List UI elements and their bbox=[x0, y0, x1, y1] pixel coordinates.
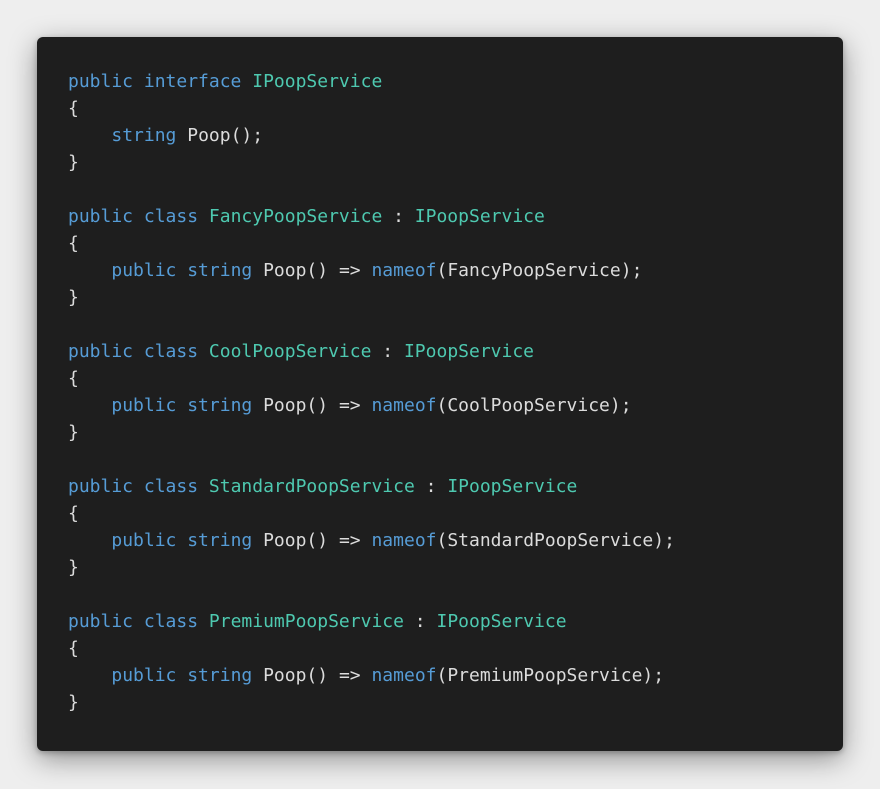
code-token-keyword: public string bbox=[111, 665, 253, 686]
code-token-plain: { bbox=[68, 638, 79, 659]
code-line: public string Poop() => nameof(CoolPoopS… bbox=[68, 392, 843, 419]
code-token-plain: (PremiumPoopService); bbox=[436, 665, 665, 686]
code-line: public string Poop() => nameof(FancyPoop… bbox=[68, 257, 843, 284]
code-token-keyword: nameof bbox=[371, 395, 437, 416]
code-token-plain: (StandardPoopService); bbox=[436, 530, 675, 551]
code-token-keyword: public string bbox=[111, 260, 253, 281]
code-token-keyword: public class bbox=[68, 206, 209, 227]
code-line: public string Poop() => nameof(StandardP… bbox=[68, 527, 843, 554]
code-token-plain: Poop(); bbox=[176, 125, 264, 146]
code-token-keyword: nameof bbox=[371, 530, 437, 551]
code-token-type: FancyPoopService bbox=[208, 206, 383, 227]
code-token-keyword: public string bbox=[111, 530, 253, 551]
code-token-type: IPoopService bbox=[252, 71, 383, 92]
code-content: public interface IPoopService { string Po… bbox=[68, 68, 843, 716]
code-token-plain: { bbox=[68, 233, 79, 254]
code-token-plain: Poop() => bbox=[252, 530, 372, 551]
code-line: public string Poop() => nameof(PremiumPo… bbox=[68, 662, 843, 689]
code-block: public interface IPoopService { string Po… bbox=[37, 37, 843, 751]
code-token-type: IPoopService bbox=[414, 206, 545, 227]
code-token-plain: } bbox=[68, 422, 79, 443]
code-line: } bbox=[68, 284, 843, 311]
code-token-type: StandardPoopService bbox=[208, 476, 415, 497]
code-line: } bbox=[68, 554, 843, 581]
code-token-plain: : bbox=[414, 476, 448, 497]
code-token-keyword: public interface bbox=[68, 71, 253, 92]
code-token-type: IPoopService bbox=[447, 476, 578, 497]
code-token-plain: } bbox=[68, 692, 79, 713]
code-token-plain: } bbox=[68, 152, 79, 173]
code-token-plain: { bbox=[68, 98, 79, 119]
code-token-plain: { bbox=[68, 368, 79, 389]
code-line: { bbox=[68, 365, 843, 392]
code-line: } bbox=[68, 419, 843, 446]
code-line: public class FancyPoopService : IPoopSer… bbox=[68, 203, 843, 230]
code-token-plain: { bbox=[68, 503, 79, 524]
code-line: public interface IPoopService bbox=[68, 68, 843, 95]
code-token-plain: Poop() => bbox=[252, 665, 372, 686]
code-token-plain: : bbox=[382, 206, 415, 227]
code-line: } bbox=[68, 689, 843, 716]
code-token-keyword: nameof bbox=[371, 260, 437, 281]
code-token-keyword: public class bbox=[68, 611, 209, 632]
code-line: { bbox=[68, 95, 843, 122]
code-line: { bbox=[68, 635, 843, 662]
code-line: public class StandardPoopService : IPoop… bbox=[68, 473, 843, 500]
code-token-plain: : bbox=[371, 341, 404, 362]
code-token-type: IPoopService bbox=[436, 611, 567, 632]
code-token-keyword: string bbox=[111, 125, 177, 146]
code-token-plain: } bbox=[68, 287, 79, 308]
code-token-keyword: public class bbox=[68, 341, 209, 362]
code-token-plain: Poop() => bbox=[252, 260, 372, 281]
code-token-keyword: public string bbox=[111, 395, 253, 416]
code-line: { bbox=[68, 500, 843, 527]
code-token-plain: Poop() => bbox=[252, 395, 372, 416]
code-line: string Poop(); bbox=[68, 122, 843, 149]
code-token-type: PremiumPoopService bbox=[208, 611, 404, 632]
code-token-plain: (CoolPoopService); bbox=[436, 395, 632, 416]
code-token-keyword: nameof bbox=[371, 665, 437, 686]
code-line: public class PremiumPoopService : IPoopS… bbox=[68, 608, 843, 635]
code-line: { bbox=[68, 230, 843, 257]
code-token-plain: : bbox=[403, 611, 437, 632]
code-token-plain: (FancyPoopService); bbox=[436, 260, 643, 281]
code-line: } bbox=[68, 149, 843, 176]
code-token-keyword: public class bbox=[68, 476, 209, 497]
code-token-type: CoolPoopService bbox=[208, 341, 372, 362]
code-line: public class CoolPoopService : IPoopServ… bbox=[68, 338, 843, 365]
code-token-type: IPoopService bbox=[403, 341, 535, 362]
code-token-plain: } bbox=[68, 557, 79, 578]
